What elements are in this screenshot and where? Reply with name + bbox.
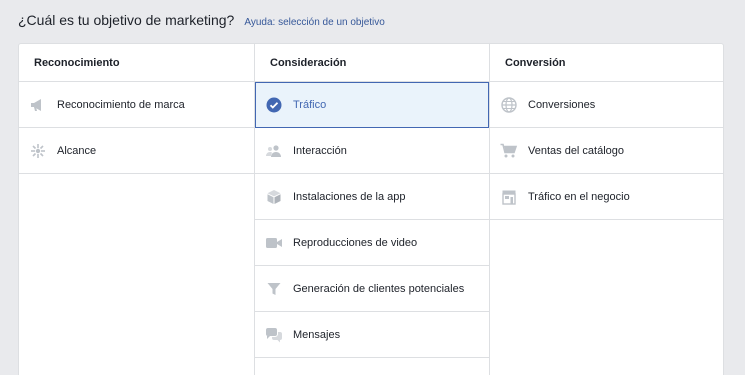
reach-icon <box>29 142 47 160</box>
objective-lead-generation[interactable]: Generación de clientes potenciales <box>255 266 489 312</box>
objective-conversions[interactable]: Conversiones <box>490 82 723 128</box>
objective-label: Generación de clientes potenciales <box>293 282 465 295</box>
help-link[interactable]: Ayuda: selección de un objetivo <box>244 17 384 28</box>
chat-bubbles-icon <box>265 326 283 344</box>
objective-brand-awareness[interactable]: Reconocimiento de marca <box>19 82 254 128</box>
objective-label: Reproducciones de video <box>293 236 418 249</box>
column-heading: Conversión <box>490 44 723 82</box>
objective-reach[interactable]: Alcance <box>19 128 254 174</box>
objective-label: Alcance <box>57 144 97 157</box>
shopping-cart-icon <box>500 142 518 160</box>
objective-catalog-sales[interactable]: Ventas del catálogo <box>490 128 723 174</box>
column-consideration: Consideración Tráfico Interacción Instal… <box>255 44 490 375</box>
objective-engagement[interactable]: Interacción <box>255 128 489 174</box>
objective-traffic[interactable]: Tráfico <box>255 82 489 128</box>
objective-app-installs[interactable]: Instalaciones de la app <box>255 174 489 220</box>
objective-label: Mensajes <box>293 328 341 341</box>
objective-label: Instalaciones de la app <box>293 190 406 203</box>
megaphone-icon <box>29 96 47 114</box>
box-icon <box>265 188 283 206</box>
column-conversion: Conversión Conversiones Ventas del catál… <box>490 44 723 375</box>
globe-icon <box>500 96 518 114</box>
funnel-icon <box>265 280 283 298</box>
column-heading: Consideración <box>255 44 489 82</box>
column-heading: Reconocimiento <box>19 44 254 82</box>
objective-video-views[interactable]: Reproducciones de video <box>255 220 489 266</box>
objective-messages[interactable]: Mensajes <box>255 312 489 358</box>
column-awareness: Reconocimiento Reconocimiento de marca A… <box>19 44 255 375</box>
objective-label: Tráfico en el negocio <box>528 190 630 203</box>
video-camera-icon <box>265 234 283 252</box>
store-icon <box>500 188 518 206</box>
page-title: ¿Cuál es tu objetivo de marketing? <box>18 12 235 28</box>
objective-label: Conversiones <box>528 98 596 111</box>
objective-label: Reconocimiento de marca <box>57 98 185 111</box>
check-circle-icon <box>265 96 283 114</box>
objective-label: Interacción <box>293 144 347 157</box>
objective-label: Ventas del catálogo <box>528 144 625 157</box>
objective-label: Tráfico <box>293 98 327 111</box>
page-header: ¿Cuál es tu objetivo de marketing? Ayuda… <box>18 12 385 28</box>
people-icon <box>265 142 283 160</box>
objective-store-traffic[interactable]: Tráfico en el negocio <box>490 174 723 220</box>
objective-panel: Reconocimiento Reconocimiento de marca A… <box>18 43 724 375</box>
